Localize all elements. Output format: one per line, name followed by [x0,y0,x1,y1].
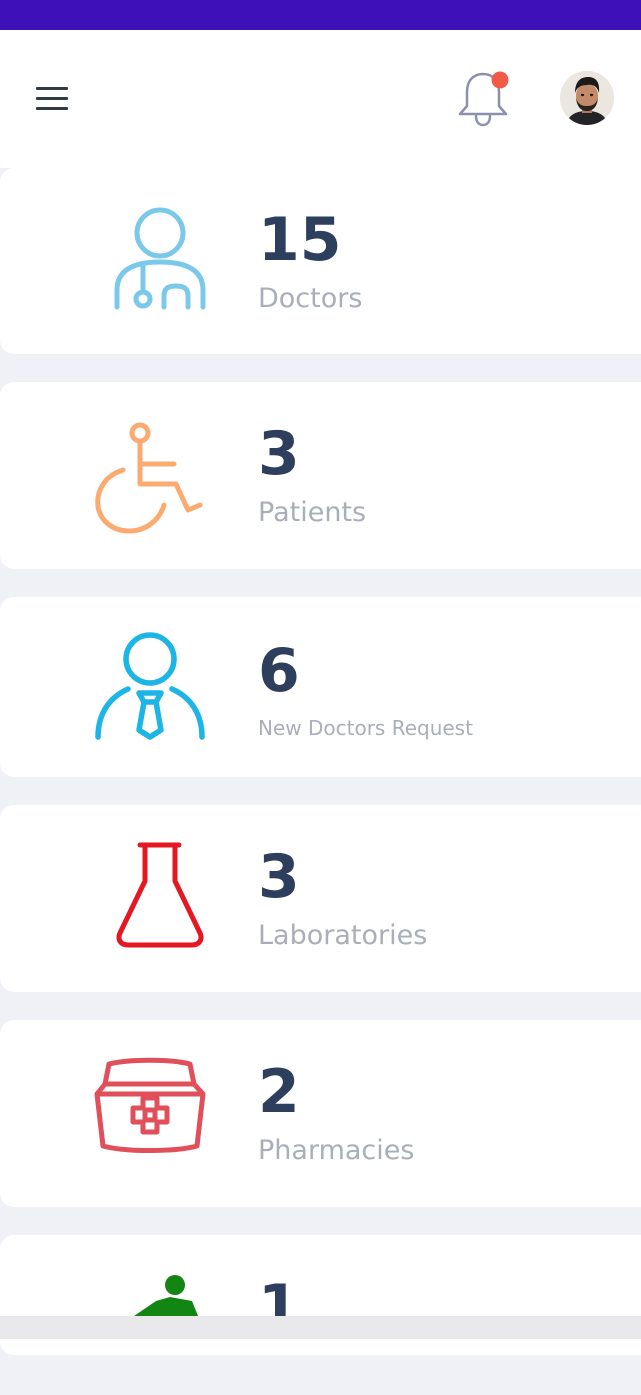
pharmacies-label: Pharmacies [258,1135,415,1166]
pharmacies-count: 2 [258,1057,300,1127]
stat-card-doctors[interactable]: 15 Doctors [0,168,641,354]
wheelchair-icon [90,418,210,538]
doctors-label: Doctors [258,283,363,314]
menu-icon[interactable] [36,85,68,111]
doctor-icon [90,202,210,322]
flask-icon [90,841,210,961]
laboratories-label: Laboratories [258,920,428,951]
bell-icon[interactable] [456,70,512,130]
patients-label: Patients [258,497,367,528]
new-doctors-request-count: 6 [258,636,300,706]
doctors-count: 15 [258,205,342,275]
new-doctors-request-label: New Doctors Request [258,716,473,740]
stat-card-new-doctors-request[interactable]: 6 New Doctors Request [0,597,641,777]
patients-count: 3 [258,419,300,489]
system-navigation-bar [0,1316,641,1339]
laboratories-count: 3 [258,842,300,912]
stat-card-patients[interactable]: 3 Patients [0,382,641,569]
status-bar [0,0,641,30]
stat-card-laboratories[interactable]: 3 Laboratories [0,805,641,992]
new-doctor-icon [90,627,210,747]
notification-badge [491,71,509,89]
stat-card-pharmacies[interactable]: 2 Pharmacies [0,1020,641,1207]
app-header [0,30,641,168]
user-avatar[interactable] [560,71,614,125]
medical-kit-icon [90,1056,210,1176]
